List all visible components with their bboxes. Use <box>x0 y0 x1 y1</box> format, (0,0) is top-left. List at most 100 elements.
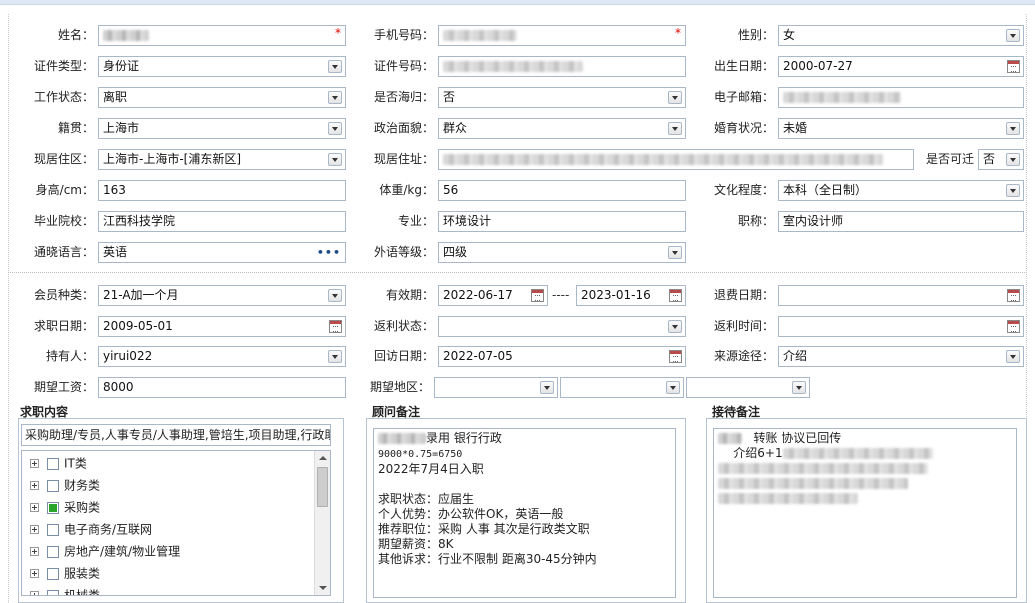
chevron-down-icon[interactable] <box>668 122 682 135</box>
work-status-select[interactable]: 离职 <box>98 87 346 108</box>
chevron-down-icon[interactable] <box>328 122 342 135</box>
tree-item[interactable]: 机械类 <box>22 584 330 595</box>
region-district-select[interactable] <box>686 377 810 398</box>
chevron-down-icon[interactable] <box>1006 29 1020 42</box>
chevron-down-icon[interactable] <box>792 381 806 394</box>
calendar-icon[interactable] <box>1007 289 1020 302</box>
chevron-down-icon[interactable] <box>328 350 342 363</box>
chevron-down-icon[interactable] <box>1006 184 1020 197</box>
rebate-status-label: 返利状态： <box>373 319 434 333</box>
name-field[interactable]: * <box>98 25 346 46</box>
chevron-down-icon[interactable] <box>328 289 342 302</box>
calendar-icon[interactable] <box>531 289 544 302</box>
relocate-select[interactable]: 否 <box>978 149 1024 170</box>
chevron-down-icon[interactable] <box>1006 122 1020 135</box>
redacted-text <box>718 478 908 489</box>
major-field[interactable]: 环境设计 <box>438 211 686 232</box>
member-type-select[interactable]: 21-A加一个月 <box>98 285 346 306</box>
chevron-down-icon[interactable] <box>668 246 682 259</box>
scroll-down-icon[interactable] <box>315 581 330 595</box>
expand-icon[interactable] <box>30 481 39 490</box>
email-field[interactable] <box>778 87 1024 108</box>
category-checkbox[interactable] <box>47 457 59 470</box>
scroll-thumb[interactable] <box>317 467 328 507</box>
more-icon[interactable]: ••• <box>317 243 341 262</box>
category-checkbox[interactable] <box>47 589 59 595</box>
chevron-down-icon[interactable] <box>668 91 682 104</box>
title-label: 职称： <box>737 214 774 228</box>
redacted-email <box>783 92 901 103</box>
title-field[interactable]: 室内设计师 <box>778 211 1024 232</box>
chevron-down-icon[interactable] <box>1006 350 1020 363</box>
birth-date-field[interactable]: 2000-07-27 <box>778 56 1024 77</box>
reception-note-textarea[interactable]: 转账 协议已回传 介绍6+1 <box>713 428 1017 598</box>
scroll-up-icon[interactable] <box>315 451 330 465</box>
calendar-icon[interactable] <box>1007 60 1020 73</box>
overseas-select[interactable]: 否 <box>438 87 686 108</box>
visit-date-field[interactable]: 2022-07-05 <box>438 346 686 367</box>
chevron-down-icon[interactable] <box>668 320 682 333</box>
job-date-field[interactable]: 2009-05-01 <box>98 316 346 337</box>
date-range-separator: ---- <box>552 288 570 302</box>
advisor-note-textarea[interactable]: 录用 银行行政 9000*0.75=6750 2022年7月4日入职 求职状态：… <box>373 428 676 598</box>
education-select[interactable]: 本科（全日制） <box>778 180 1024 201</box>
work-status-label: 工作状态： <box>33 90 94 104</box>
political-select[interactable]: 群众 <box>438 118 686 139</box>
native-place-select[interactable]: 上海市 <box>98 118 346 139</box>
chevron-down-icon[interactable] <box>540 381 554 394</box>
tree-item[interactable]: 采购类 <box>22 496 330 518</box>
foreign-level-select[interactable]: 四级 <box>438 242 686 263</box>
weight-field[interactable]: 56 <box>438 180 686 201</box>
valid-start-field[interactable]: 2022-06-17 <box>438 285 548 306</box>
expected-salary-field[interactable]: 8000 <box>98 377 346 398</box>
expand-icon[interactable] <box>30 459 39 468</box>
category-checkbox[interactable] <box>47 501 59 514</box>
expand-icon[interactable] <box>30 503 39 512</box>
refund-date-field[interactable] <box>778 285 1024 306</box>
job-category-tree: IT类 财务类 采购类 电子商务/互联网 房地产/建筑/物业管理 服装类 机械类 <box>21 450 331 596</box>
current-address-field[interactable] <box>438 149 914 170</box>
rebate-status-select[interactable] <box>438 316 686 337</box>
school-field[interactable]: 江西科技学院 <box>98 211 346 232</box>
calendar-icon[interactable] <box>329 320 342 333</box>
language-field[interactable]: 英语 ••• <box>98 242 346 263</box>
expand-icon[interactable] <box>30 569 39 578</box>
calendar-icon[interactable] <box>669 350 682 363</box>
height-label: 身高/cm： <box>35 183 94 197</box>
tree-item[interactable]: 财务类 <box>22 474 330 496</box>
tree-item[interactable]: 电子商务/互联网 <box>22 518 330 540</box>
job-content-text[interactable]: 采购助理/专员,人事专员/人事助理,管培生,项目助理,行政助 <box>21 424 331 446</box>
category-checkbox[interactable] <box>47 479 59 492</box>
source-select[interactable]: 介绍 <box>778 346 1024 367</box>
gender-select[interactable]: 女 <box>778 25 1024 46</box>
height-field[interactable]: 163 <box>98 180 346 201</box>
chevron-down-icon[interactable] <box>328 153 342 166</box>
chevron-down-icon[interactable] <box>328 91 342 104</box>
expand-icon[interactable] <box>30 525 39 534</box>
marital-select[interactable]: 未婚 <box>778 118 1024 139</box>
rebate-time-field[interactable] <box>778 316 1024 337</box>
current-area-select[interactable]: 上海市-上海市-[浦东新区] <box>98 149 346 170</box>
chevron-down-icon[interactable] <box>328 60 342 73</box>
holder-select[interactable]: yirui022 <box>98 346 346 367</box>
category-checkbox[interactable] <box>47 545 59 558</box>
tree-item[interactable]: 服装类 <box>22 562 330 584</box>
expand-icon[interactable] <box>30 547 39 556</box>
tree-item[interactable]: 房地产/建筑/物业管理 <box>22 540 330 562</box>
region-city-select[interactable] <box>560 377 684 398</box>
category-checkbox[interactable] <box>47 567 59 580</box>
valid-end-field[interactable]: 2023-01-16 <box>576 285 686 306</box>
chevron-down-icon[interactable] <box>1006 153 1020 166</box>
expand-icon[interactable] <box>30 591 39 595</box>
category-checkbox[interactable] <box>47 523 59 536</box>
refund-date-label: 退费日期： <box>713 288 774 302</box>
tree-scrollbar[interactable] <box>314 451 330 595</box>
region-province-select[interactable] <box>434 377 558 398</box>
calendar-icon[interactable] <box>669 289 682 302</box>
chevron-down-icon[interactable] <box>666 381 680 394</box>
phone-field[interactable]: * <box>438 25 686 46</box>
tree-item[interactable]: IT类 <box>22 452 330 474</box>
id-number-field[interactable] <box>438 56 686 77</box>
id-type-select[interactable]: 身份证 <box>98 56 346 77</box>
calendar-icon[interactable] <box>1007 320 1020 333</box>
